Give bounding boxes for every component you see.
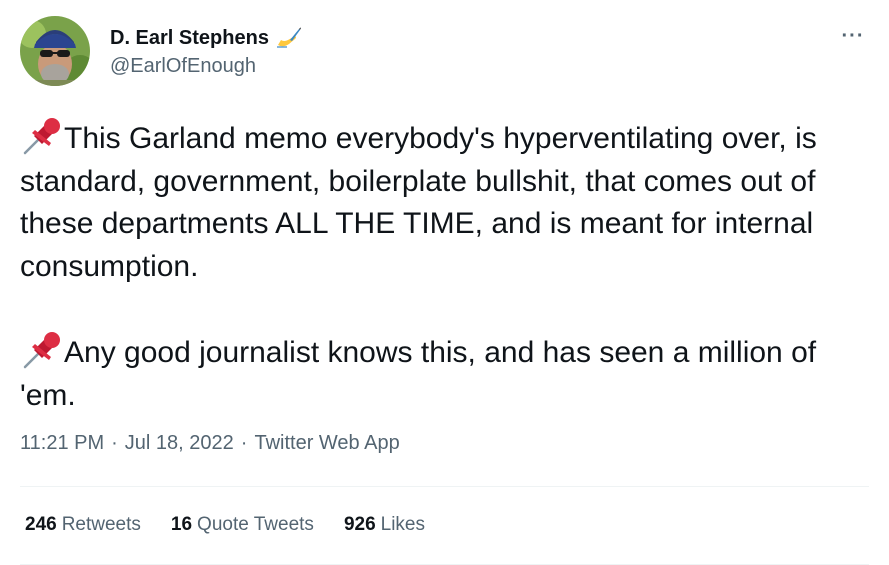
likes-stat[interactable]: 926 Likes bbox=[344, 514, 425, 536]
author-display-name[interactable]: D. Earl Stephens bbox=[110, 27, 269, 50]
avatar[interactable] bbox=[20, 16, 90, 86]
author-handle[interactable]: @EarlOfEnough bbox=[110, 55, 256, 78]
tweet-text: This Garland memo everybody's hyperventi… bbox=[20, 116, 880, 417]
tweet-paragraph: Any good journalist knows this, and has … bbox=[20, 330, 880, 417]
more-options-button[interactable]: ··· bbox=[838, 24, 868, 48]
tweet-paragraph: This Garland memo everybody's hyperventi… bbox=[20, 116, 880, 288]
quote-tweets-count: 16 bbox=[170, 514, 193, 535]
meta-separator: · bbox=[111, 432, 118, 454]
writing-hand-icon bbox=[275, 26, 301, 50]
tweet-source[interactable]: Twitter Web App bbox=[254, 432, 399, 455]
quote-tweets-stat[interactable]: 16 Quote Tweets bbox=[171, 514, 314, 536]
pushpin-icon bbox=[20, 330, 64, 370]
tweet-card: D. Earl Stephens @EarlOfEnough ··· This … bbox=[0, 0, 889, 565]
retweets-stat[interactable]: 246 Retweets bbox=[25, 514, 141, 536]
tweet-metadata: 11:21 PM · Jul 18, 2022 · Twitter Web Ap… bbox=[20, 432, 400, 455]
tweet-time[interactable]: 11:21 PM bbox=[20, 432, 104, 455]
engagement-stats: 246 Retweets 16 Quote Tweets 926 Likes bbox=[25, 514, 425, 536]
tweet-date[interactable]: Jul 18, 2022 bbox=[125, 432, 234, 455]
tweet-paragraph-text: Any good journalist knows this, and has … bbox=[20, 336, 817, 412]
quote-tweets-label: Quote Tweets bbox=[197, 514, 314, 535]
author-name-row[interactable]: D. Earl Stephens bbox=[110, 26, 301, 50]
pushpin-icon bbox=[20, 116, 64, 156]
tweet-paragraph-text: This Garland memo everybody's hyperventi… bbox=[20, 122, 817, 283]
likes-count: 926 bbox=[343, 514, 376, 535]
retweets-label: Retweets bbox=[61, 514, 141, 535]
likes-label: Likes bbox=[380, 514, 425, 535]
divider bbox=[20, 486, 869, 487]
meta-separator: · bbox=[240, 432, 248, 454]
retweets-count: 246 bbox=[25, 514, 57, 535]
